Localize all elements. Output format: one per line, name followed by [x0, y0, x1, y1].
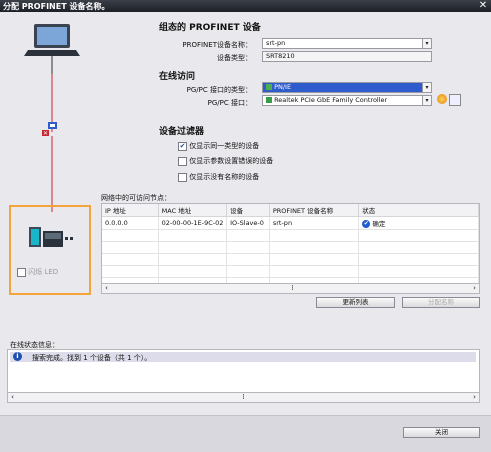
online-access-heading: 在线访问 [159, 72, 196, 82]
col-device[interactable]: 设备 [226, 204, 270, 217]
window-title: 分配 PROFINET 设备名称。 [3, 2, 110, 11]
status-text: 确定 [372, 220, 386, 228]
topology-diagram: ✕ [24, 24, 80, 212]
scroll-right-icon[interactable]: › [470, 393, 479, 402]
configured-heading: 组态的 PROFINET 设备 [159, 23, 261, 33]
filter-no-name[interactable]: 仅显示没有名称的设备 [178, 172, 259, 182]
scroll-thumb-icon[interactable]: ⁞ [239, 393, 248, 402]
flash-led-option[interactable]: 闪烁 LED [17, 267, 58, 277]
scroll-right-icon[interactable]: › [470, 284, 479, 293]
check-circle-icon: ✔ [362, 220, 371, 228]
chevron-down-icon[interactable]: ▾ [422, 39, 431, 48]
iface-type-value: PN/IE [274, 83, 292, 91]
network-icon [266, 84, 272, 90]
nodes-caption: 网络中的可访问节点： [101, 194, 171, 202]
status-row: i 搜索完成。找到 1 个设备（共 1 个）。 [10, 352, 476, 362]
device-name-label: PROFINET设备名称： [182, 41, 252, 49]
status-message: 搜索完成。找到 1 个设备（共 1 个）。 [32, 354, 152, 362]
filter-same-type[interactable]: 仅显示同一类型的设备 [178, 141, 259, 151]
cell-status: ✔ 确定 [358, 216, 479, 230]
filter-wrong-params-label: 仅显示参数设置错误的设备 [189, 157, 274, 165]
status-hscrollbar[interactable]: ‹ ⁞ › [7, 392, 480, 403]
close-icon[interactable]: ✕ [477, 0, 489, 12]
update-list-button[interactable]: 更新列表 [316, 297, 395, 308]
col-ip[interactable]: IP 地址 [102, 204, 159, 217]
pc-icon [24, 24, 80, 56]
filter-no-name-label: 仅显示没有名称的设备 [189, 173, 260, 181]
scroll-left-icon[interactable]: ‹ [8, 393, 17, 402]
diagnostics-icon[interactable] [437, 94, 447, 104]
table-row[interactable]: 0.0.0.0 02-00-00-1E-9C-02 IO-Slave-0 srt… [102, 216, 479, 230]
col-mac[interactable]: MAC 地址 [158, 204, 228, 217]
col-status[interactable]: 状态 [358, 204, 479, 217]
device-icon [29, 227, 73, 247]
network-port-icon: ✕ [42, 122, 57, 137]
status-panel: i 搜索完成。找到 1 个设备（共 1 个）。 [7, 349, 480, 394]
filter-same-type-checkbox[interactable] [178, 141, 187, 151]
iface-label: PG/PC 接口： [207, 99, 252, 107]
properties-icon[interactable] [449, 94, 461, 106]
filter-same-type-label: 仅显示同一类型的设备 [189, 142, 260, 150]
scroll-thumb-icon[interactable]: ⁞ [288, 284, 297, 293]
cell-mac: 02-00-00-1E-9C-02 [158, 216, 228, 230]
scroll-left-icon[interactable]: ‹ [102, 284, 111, 293]
col-profinet-name[interactable]: PROFINET 设备名称 [269, 204, 360, 217]
close-button[interactable]: 关闭 [403, 427, 480, 438]
chevron-down-icon[interactable]: ▾ [422, 83, 431, 92]
svg-text:✕: ✕ [43, 130, 48, 137]
nic-icon [266, 97, 272, 103]
device-type-field: SRT8210 [262, 51, 432, 62]
title-bar: 分配 PROFINET 设备名称。 ✕ [0, 0, 491, 12]
device-type-label: 设备类型： [217, 54, 252, 62]
device-name-value: srt-pn [266, 39, 286, 47]
table-hscrollbar[interactable]: ‹ ⁞ › [101, 283, 480, 294]
flash-led-checkbox[interactable] [17, 267, 26, 277]
cell-profinet-name: srt-pn [269, 216, 360, 230]
device-filter-heading: 设备过滤器 [159, 127, 205, 137]
device-name-field[interactable]: srt-pn ▾ [262, 38, 432, 49]
iface-select[interactable]: Realtek PCIe GbE Family Controller ▾ [262, 95, 432, 106]
info-icon: i [13, 352, 22, 361]
flash-led-label: 闪烁 LED [28, 268, 59, 276]
device-highlight-box: 闪烁 LED [9, 205, 91, 295]
iface-value: Realtek PCIe GbE Family Controller [274, 96, 388, 104]
assign-name-button[interactable]: 分配名称 [402, 297, 480, 308]
iface-type-label: PG/PC 接口的类型： [186, 86, 252, 94]
iface-type-select[interactable]: PN/IE ▾ [262, 82, 432, 93]
filter-wrong-params[interactable]: 仅显示参数设置错误的设备 [178, 156, 273, 166]
cell-device: IO-Slave-0 [226, 216, 270, 230]
chevron-down-icon[interactable]: ▾ [422, 96, 431, 105]
filter-wrong-params-checkbox[interactable] [178, 156, 187, 166]
filter-no-name-checkbox[interactable] [178, 172, 187, 182]
nodes-table: IP 地址 MAC 地址 设备 PROFINET 设备名称 状态 0.0.0.0… [101, 203, 480, 290]
cell-ip: 0.0.0.0 [102, 216, 159, 230]
